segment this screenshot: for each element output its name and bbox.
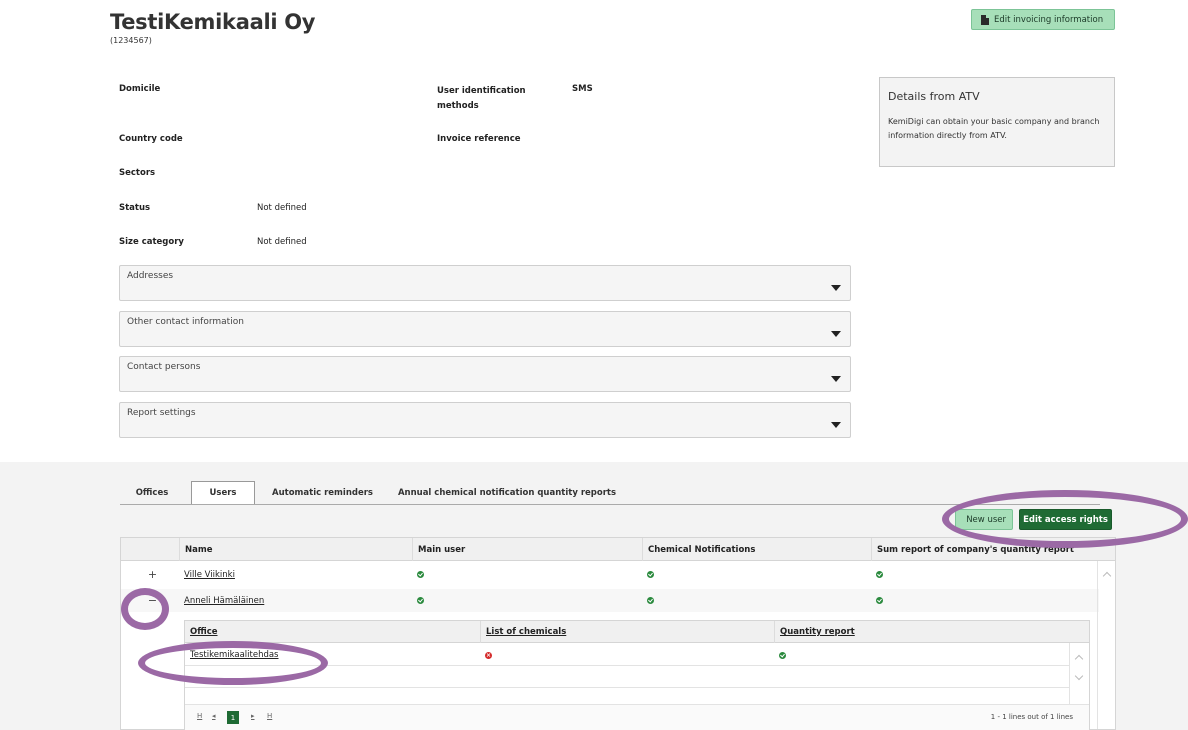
user-name-link[interactable]: Ville Viikinki — [184, 570, 235, 580]
caret-down-icon — [831, 285, 841, 291]
check-icon — [417, 597, 424, 604]
status-value: Not defined — [257, 203, 307, 213]
tab-annual-quantity-reports[interactable]: Annual chemical notification quantity re… — [397, 481, 617, 505]
check-icon — [417, 571, 424, 578]
check-icon — [876, 571, 883, 578]
accordion-label: Report settings — [127, 408, 196, 418]
addresses-accordion[interactable]: Addresses — [119, 265, 851, 301]
edit-invoicing-label: Edit invoicing information — [994, 14, 1104, 25]
scroll-down-icon[interactable] — [1074, 671, 1084, 681]
column-name[interactable]: Name — [179, 538, 412, 561]
user-identification-label: User identification methods — [437, 86, 526, 111]
column-office[interactable]: Office — [185, 621, 480, 643]
table-row: + Ville Viikinki — [121, 563, 1099, 586]
offices-scrollbar[interactable] — [1069, 643, 1089, 705]
sectors-label: Sectors — [119, 168, 156, 178]
expand-icon[interactable]: + — [141, 563, 164, 586]
pagination: H ◂ 1 ▸ H 1 - 1 lines out of 1 lines — [185, 704, 1089, 730]
accordion-label: Contact persons — [127, 362, 201, 372]
other-contact-accordion[interactable]: Other contact information — [119, 311, 851, 347]
edit-invoicing-button[interactable]: Edit invoicing information — [971, 9, 1115, 30]
scroll-up-icon[interactable] — [1074, 654, 1084, 664]
accordion-label: Other contact information — [127, 317, 244, 327]
first-page-icon[interactable]: H — [197, 712, 202, 720]
atv-info-box: Details from ATV KemiDigi can obtain you… — [879, 77, 1115, 167]
offices-subgrid: Office List of chemicals Quantity report… — [184, 620, 1090, 730]
document-icon — [981, 14, 989, 25]
country-code-label: Country code — [119, 134, 183, 144]
scroll-up-icon[interactable] — [1102, 571, 1112, 581]
company-id: (1234567) — [110, 36, 152, 45]
size-category-value: Not defined — [257, 237, 307, 247]
check-icon — [647, 571, 654, 578]
next-page-icon[interactable]: ▸ — [251, 712, 255, 720]
check-icon — [779, 651, 786, 659]
edit-access-rights-button[interactable]: Edit access rights — [1019, 509, 1112, 530]
offices-subgrid-header: Office List of chemicals Quantity report — [185, 621, 1089, 643]
check-icon — [876, 597, 883, 604]
empty-row — [185, 687, 1069, 705]
office-link[interactable]: Testikemikaalitehdas — [190, 650, 279, 660]
atv-text: KemiDigi can obtain your basic company a… — [888, 117, 1100, 140]
accordion-label: Addresses — [127, 271, 174, 281]
atv-title: Details from ATV — [888, 90, 980, 103]
tab-users[interactable]: Users — [191, 481, 255, 505]
collapse-icon[interactable]: − — [141, 589, 164, 612]
caret-down-icon — [831, 376, 841, 382]
last-page-icon[interactable]: H — [267, 712, 272, 720]
contact-persons-accordion[interactable]: Contact persons — [119, 356, 851, 392]
user-name-link[interactable]: Anneli Hämäläinen — [184, 596, 264, 606]
table-row: − Anneli Hämäläinen — [121, 589, 1099, 612]
user-identification-value: SMS — [572, 84, 593, 94]
tab-automatic-reminders[interactable]: Automatic reminders — [265, 481, 380, 505]
tab-offices[interactable]: Offices — [120, 481, 184, 505]
caret-down-icon — [831, 331, 841, 337]
caret-down-icon — [831, 422, 841, 428]
new-user-button[interactable]: New user — [955, 509, 1013, 530]
column-quantity-report[interactable]: Quantity report — [774, 621, 1068, 643]
size-category-label: Size category — [119, 237, 184, 247]
check-icon — [647, 597, 654, 604]
invoice-reference-label: Invoice reference — [437, 134, 521, 144]
users-grid: Name Main user Chemical Notifications Su… — [120, 537, 1116, 730]
previous-page-icon[interactable]: ◂ — [212, 712, 216, 720]
column-sum-report[interactable]: Sum report of company's quantity report — [871, 538, 1100, 561]
status-label: Status — [119, 203, 151, 213]
users-grid-scrollbar[interactable] — [1097, 561, 1115, 729]
report-settings-accordion[interactable]: Report settings — [119, 402, 851, 438]
column-list-of-chemicals[interactable]: List of chemicals — [480, 621, 774, 643]
company-name: TestiKemikaali Oy — [110, 10, 316, 34]
pagination-info: 1 - 1 lines out of 1 lines — [990, 713, 1073, 721]
column-chemical-notifications[interactable]: Chemical Notifications — [642, 538, 871, 561]
current-page[interactable]: 1 — [227, 711, 239, 724]
domicile-label: Domicile — [119, 84, 161, 94]
table-row: Testikemikaalitehdas × — [185, 645, 1069, 665]
users-grid-header: Name Main user Chemical Notifications Su… — [121, 538, 1115, 561]
tab-divider — [120, 504, 1100, 505]
row-divider — [185, 665, 1069, 666]
error-icon: × — [485, 651, 492, 659]
column-main-user[interactable]: Main user — [412, 538, 642, 561]
